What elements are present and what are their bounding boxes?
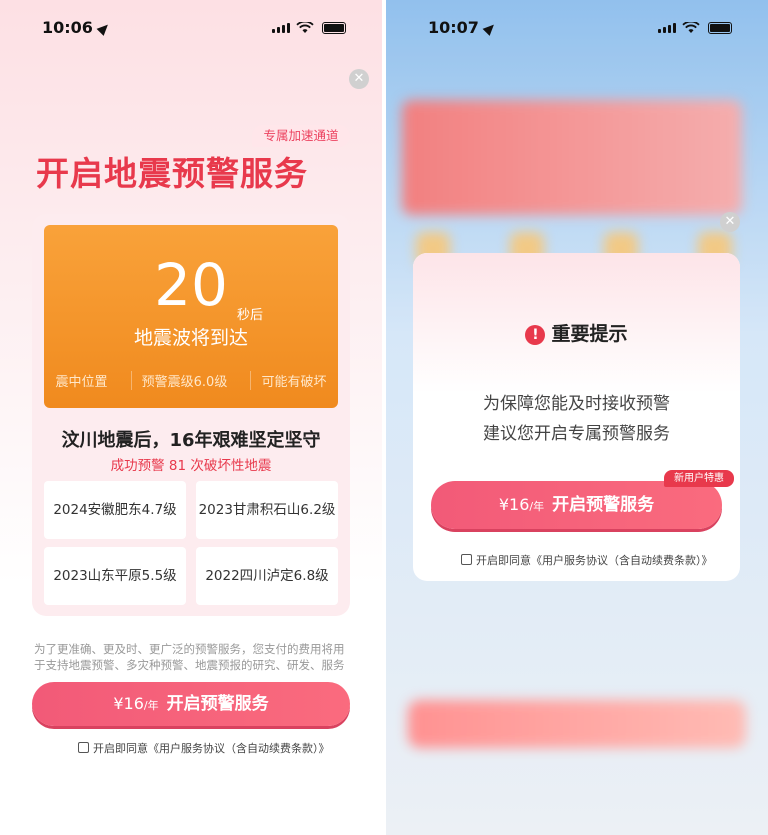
quake-item: 2024安徽肥东4.7级 xyxy=(44,481,186,539)
price-value: ¥16 xyxy=(113,694,144,713)
wifi-icon xyxy=(296,22,314,33)
modal-body-line: 建议您开启专属预警服务 xyxy=(483,424,670,444)
agreement-text: 开启即同意《用户服务协议（含自动续费条款）》 xyxy=(93,742,330,755)
close-icon[interactable]: ✕ xyxy=(720,212,740,232)
quake-item: 2023山东平原5.5级 xyxy=(44,547,186,605)
checkbox-icon[interactable] xyxy=(78,742,89,753)
modal-title-text: 重要提示 xyxy=(551,323,628,345)
price: ¥16/年 xyxy=(499,495,544,514)
agreement-text: 开启即同意《用户服务协议（含自动续费条款）》 xyxy=(476,554,713,567)
status-time-text: 10:07 xyxy=(428,18,479,37)
checkbox-icon[interactable] xyxy=(461,554,472,565)
notice-modal: ! 重要提示 为保障您能及时接收预警 建议您开启专属预警服务 ¥16/年 开启预警服… xyxy=(413,253,740,581)
status-time: 10:06 xyxy=(42,18,112,37)
signal-icon xyxy=(272,23,290,33)
wifi-icon xyxy=(682,22,700,33)
agreement[interactable]: 开启即同意《用户服务协议（含自动续费条款）》 xyxy=(461,552,713,568)
modal-title: ! 重要提示 xyxy=(413,319,740,346)
magnitude-label: 预警震级6.0级 xyxy=(130,371,227,390)
modal-screen: 10:07 ✕ ! 重要提示 为保障您能及时接收预警 建议您开启专属预警服务 ¥1… xyxy=(386,0,768,835)
price-period: /年 xyxy=(529,500,545,513)
quake-item: 2022四川泸定6.8级 xyxy=(196,547,338,605)
subscribe-label: 开启预警服务 xyxy=(552,495,655,515)
agreement[interactable]: 开启即同意《用户服务协议（含自动续费条款）》 xyxy=(78,740,330,756)
battery-icon xyxy=(708,22,732,34)
location-arrow-icon xyxy=(96,21,112,36)
status-bar: 10:07 xyxy=(386,14,768,42)
countdown-meta: 震中位置 预警震级6.0级 可能有破坏 xyxy=(44,371,338,390)
countdown-text: 地震波将到达 xyxy=(133,327,248,349)
new-user-badge: 新用户特惠 xyxy=(664,470,734,487)
express-channel-badge: 专属加速通道 xyxy=(252,125,350,147)
price-value: ¥16 xyxy=(498,495,530,514)
countdown-number: 20 xyxy=(154,251,228,319)
countdown-panel: 20 秒后 地震波将到达 震中位置 预警震级6.0级 可能有破坏 xyxy=(44,225,338,408)
headline: 汶川地震后，16年艰难坚定坚守 xyxy=(61,430,321,451)
status-bar: 10:06 xyxy=(0,14,382,42)
damage-label: 可能有破坏 xyxy=(250,371,326,390)
location-arrow-icon xyxy=(482,21,498,36)
close-icon[interactable]: ✕ xyxy=(349,69,369,89)
info-card: 20 秒后 地震波将到达 震中位置 预警震级6.0级 可能有破坏 汶川地震后，1… xyxy=(32,214,350,616)
warning-icon: ! xyxy=(525,325,546,345)
price-period: /年 xyxy=(143,699,159,712)
modal-body: 为保障您能及时接收预警 建议您开启专属预警服务 xyxy=(413,389,740,449)
subline: 成功预警 81 次破坏性地震 xyxy=(110,458,272,474)
status-time-text: 10:06 xyxy=(42,18,93,37)
battery-icon xyxy=(322,22,346,34)
price: ¥16/年 xyxy=(113,694,158,713)
subscribe-label: 开启预警服务 xyxy=(166,694,269,714)
subscribe-button[interactable]: ¥16/年 开启预警服务 xyxy=(32,682,350,726)
paywall-screen: 10:06 ✕ 专属加速通道 开启地震预警服务 20 秒后 地震波将到达 震中位… xyxy=(0,0,382,835)
fee-footnote: 为了更准确、更及时、更广泛的预警服务，您支付的费用将用于支持地震预警、多灾种预警… xyxy=(34,642,345,672)
modal-body-line: 为保障您能及时接收预警 xyxy=(483,394,670,414)
countdown-unit: 秒后 xyxy=(237,308,264,323)
quake-item: 2023甘肃积石山6.2级 xyxy=(196,481,338,539)
subscribe-button[interactable]: ¥16/年 开启预警服务 xyxy=(431,481,722,529)
epicenter-label: 震中位置 xyxy=(55,375,108,390)
signal-icon xyxy=(658,23,676,33)
page-title: 开启地震预警服务 xyxy=(36,154,308,193)
status-time: 10:07 xyxy=(428,18,498,37)
